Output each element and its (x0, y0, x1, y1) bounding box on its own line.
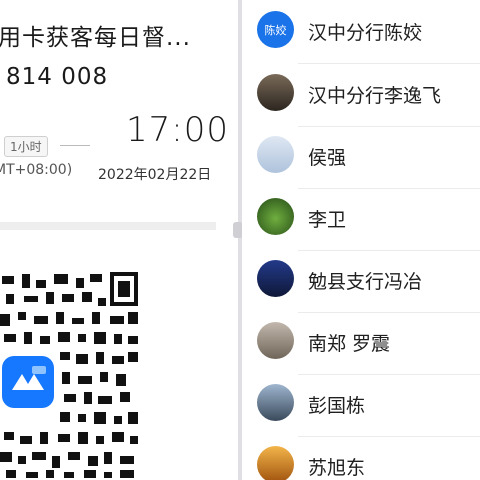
avatar (257, 446, 294, 480)
duration-badge: 1小时 (4, 136, 48, 157)
meeting-date: 2022年02月22日 (98, 167, 212, 183)
timezone: MT+08:00) (0, 162, 73, 178)
avatar (257, 384, 294, 421)
participant-name: 汉中分行李逸飞 (308, 85, 442, 107)
section-divider (0, 222, 216, 230)
participant-row[interactable]: 苏旭东 (242, 437, 480, 480)
participant-name: 李卫 (308, 209, 347, 231)
participant-name: 苏旭东 (308, 457, 366, 479)
row-divider (298, 63, 480, 64)
participant-row[interactable]: 汉中分行李逸飞 (242, 65, 480, 127)
participant-row[interactable]: 李卫 (242, 189, 480, 251)
avatar (257, 260, 294, 297)
tencent-meeting-logo-icon (2, 356, 54, 408)
meeting-id: 814 008 (6, 64, 109, 90)
time-separator (60, 145, 90, 146)
participant-name: 侯强 (308, 147, 347, 169)
meeting-info-panel: 用卡获客每日督... 814 008 1小时 17:00 MT+08:00) 2… (0, 0, 238, 480)
avatar (257, 198, 294, 235)
participant-name: 汉中分行陈姣 (308, 22, 423, 44)
avatar: 陈姣 (257, 11, 294, 48)
avatar (257, 136, 294, 173)
avatar (257, 74, 294, 111)
participant-name: 彭国栋 (308, 395, 366, 417)
participant-list: 陈姣 汉中分行陈姣 汉中分行李逸飞 侯强 李卫 勉县支行冯冶 南郑 罗震 彭国栋… (242, 0, 480, 480)
avatar (257, 322, 294, 359)
participant-name: 勉县支行冯冶 (308, 271, 423, 293)
start-time: 17:00 (126, 110, 229, 150)
participant-name: 南郑 罗震 (308, 333, 391, 355)
avatar-badge: 陈姣 (257, 11, 294, 48)
participant-row[interactable]: 勉县支行冯冶 (242, 251, 480, 313)
meeting-title: 用卡获客每日督... (0, 25, 191, 51)
participant-row[interactable]: 陈姣 汉中分行陈姣 (242, 2, 480, 64)
participant-row[interactable]: 彭国栋 (242, 375, 480, 437)
participant-row[interactable]: 南郑 罗震 (242, 313, 480, 375)
participant-row[interactable]: 侯强 (242, 127, 480, 189)
